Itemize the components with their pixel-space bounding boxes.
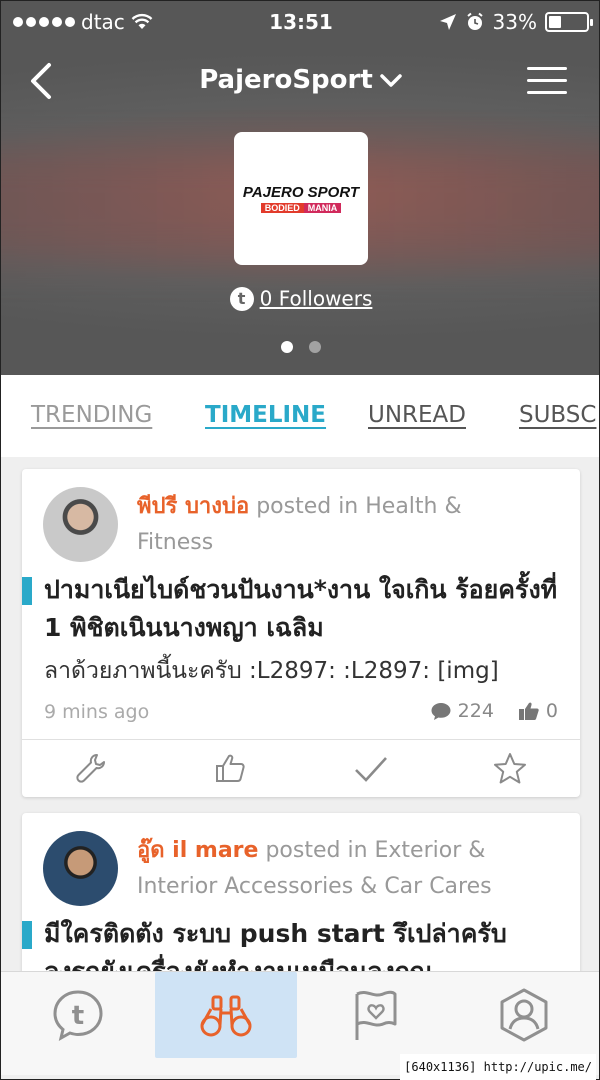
- flag-heart-icon: [355, 990, 397, 1040]
- unread-marker: [22, 921, 32, 949]
- post-card[interactable]: พีปรี บางบ่อ posted in Health & Fitness …: [22, 469, 580, 797]
- page-indicator: [1, 341, 599, 353]
- like-button[interactable]: [211, 749, 251, 789]
- post-author[interactable]: พีปรี บางบ่อ: [137, 494, 249, 519]
- page-dot-active: [281, 341, 293, 353]
- post-meta: พีปรี บางบ่อ posted in Health & Fitness: [137, 489, 537, 561]
- post-author[interactable]: อู๊ด il mare: [137, 838, 258, 863]
- tapatalk-icon: t: [229, 286, 254, 311]
- club-header: dtac 13:51 33% PajeroSport PAJERO SPORT: [1, 1, 599, 375]
- post-title[interactable]: ปามาเนียไบด์ชวนปันงาน*งาน ใจเกิน ร้อยครั…: [44, 571, 564, 647]
- wrench-icon: [76, 753, 105, 783]
- page-title: PajeroSport: [199, 65, 373, 95]
- like-count: 0: [545, 700, 558, 722]
- post-meta: อู๊ด il mare posted in Exterior & Interi…: [137, 833, 537, 905]
- post-actions: [22, 739, 580, 797]
- timeline-feed: พีปรี บางบ่อ posted in Health & Fitness …: [1, 457, 599, 971]
- tab-timeline[interactable]: TIMELINE: [205, 402, 326, 428]
- subscribe-button[interactable]: [490, 749, 530, 789]
- post-title-overflow: ลงรถยังเครื่องยังทำงานเหมือนลงกุญ: [44, 953, 564, 971]
- tab-explore[interactable]: [155, 972, 297, 1058]
- thumbs-up-icon: [216, 754, 245, 782]
- post-stats: 224 0: [430, 700, 558, 722]
- post-time: 9 mins ago: [44, 701, 150, 723]
- tab-trending[interactable]: TRENDING: [31, 402, 152, 428]
- page-dot: [309, 341, 321, 353]
- tab-subscribed[interactable]: SUBSC: [519, 402, 596, 428]
- tab-home[interactable]: t: [7, 972, 149, 1058]
- followers-link[interactable]: t0 Followers: [1, 285, 599, 311]
- star-icon: [494, 752, 527, 783]
- location-arrow-icon: [439, 14, 456, 30]
- battery-icon: [545, 12, 593, 32]
- unread-marker: [22, 577, 32, 605]
- menu-button[interactable]: [527, 67, 567, 97]
- club-switcher[interactable]: PajeroSport: [1, 65, 599, 95]
- club-logo: PAJERO SPORT BODIED MANIA: [234, 132, 368, 265]
- logo-wordmark: PAJERO SPORT: [242, 184, 360, 201]
- mark-read-button[interactable]: [351, 749, 391, 789]
- tapatalk-logo-icon: t: [53, 990, 103, 1041]
- tab-unread[interactable]: UNREAD: [368, 402, 466, 428]
- avatar[interactable]: [43, 831, 118, 906]
- chevron-down-icon: [380, 73, 402, 87]
- post-card[interactable]: อู๊ด il mare posted in Exterior & Interi…: [22, 813, 580, 971]
- status-bar: dtac 13:51 33%: [1, 1, 599, 43]
- checkmark-icon: [354, 756, 387, 782]
- feed-tabs: TRENDING TIMELINE UNREAD SUBSC: [1, 375, 599, 457]
- app-screen: dtac 13:51 33% PajeroSport PAJERO SPORT: [0, 0, 600, 1080]
- status-right: 33%: [439, 10, 593, 34]
- tab-profile[interactable]: [453, 972, 595, 1058]
- battery-percent: 33%: [492, 10, 537, 34]
- moderate-button[interactable]: [72, 749, 112, 789]
- post-excerpt: ลาด้วยภาพนี้นะครับ :L2897: :L2897: [img]: [44, 658, 499, 684]
- logo-subline: BODIED MANIA: [260, 203, 342, 213]
- image-host-caption: [640x1136] http://upic.me/: [400, 1054, 596, 1080]
- alarm-icon: [466, 12, 483, 30]
- tab-communities[interactable]: [305, 972, 447, 1058]
- comment-icon: [431, 703, 451, 720]
- post-title[interactable]: มีใครติดตัง ระบบ push start รึเปล่าครับ: [44, 915, 564, 953]
- comment-count: 224: [457, 700, 494, 722]
- followers-count[interactable]: 0 Followers: [260, 287, 373, 311]
- user-profile-icon: [500, 988, 548, 1042]
- avatar[interactable]: [43, 487, 118, 562]
- nav-bar: PajeroSport: [1, 53, 599, 109]
- thumbs-up-icon: [518, 702, 539, 720]
- svg-text:t: t: [72, 1001, 84, 1031]
- binoculars-icon: [200, 995, 252, 1037]
- battery-level: [549, 16, 561, 28]
